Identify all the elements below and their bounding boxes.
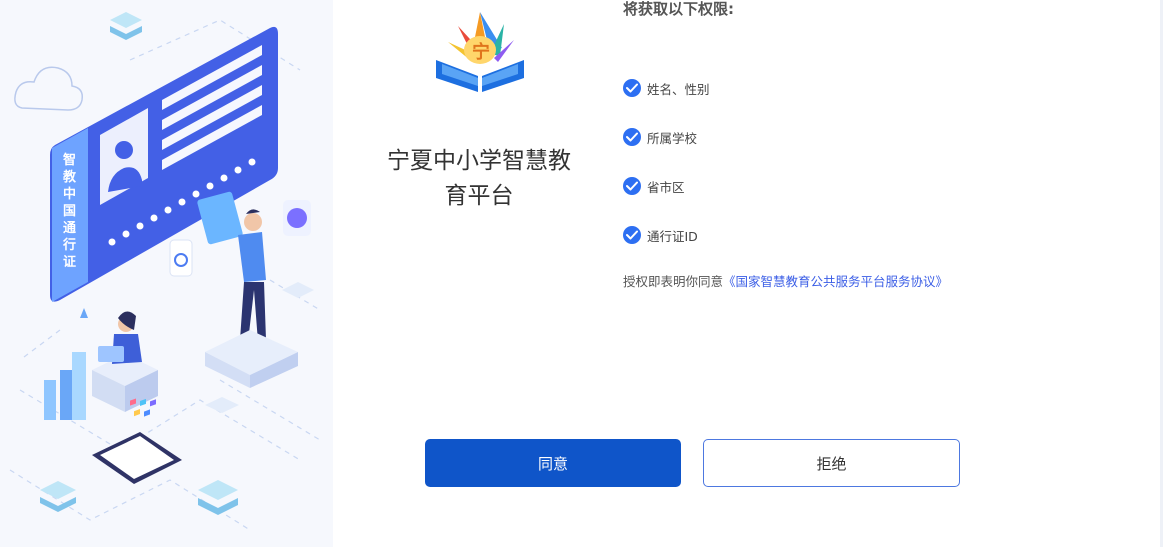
phone-illustration — [92, 398, 182, 484]
permission-label: 通行证ID — [647, 228, 698, 244]
identity-illustration: 智教中 国通行证 — [9, 12, 321, 531]
person-illustration — [197, 191, 268, 350]
consent-prefix: 授权即表明你同意 — [623, 274, 724, 289]
app-name-line2: 育平台 — [444, 183, 514, 209]
service-agreement-link[interactable]: 《国家智慧教育公共服务平台服务协议》 — [723, 274, 948, 289]
permission-item-region: 省市区 — [623, 176, 685, 196]
permission-label: 姓名、性别 — [647, 81, 710, 97]
permissions-title: 将获取以下权限: — [623, 0, 734, 18]
book-logo-icon: 宁 — [436, 12, 524, 92]
app-name: 宁夏中小学智慧教 育平台 — [374, 144, 584, 214]
check-circle-icon — [623, 79, 641, 97]
permission-label: 省市区 — [647, 179, 685, 195]
svg-text:宁: 宁 — [472, 41, 490, 63]
check-circle-icon — [623, 177, 641, 195]
app-logo: 宁 — [424, 4, 536, 96]
check-circle-icon — [623, 226, 641, 244]
permission-item-school: 所属学校 — [623, 127, 697, 147]
consent-text: 授权即表明你同意《国家智慧教育公共服务平台服务协议》 — [623, 271, 948, 290]
cube-icon — [110, 12, 142, 40]
permission-label: 所属学校 — [647, 130, 698, 146]
agree-button[interactable]: 同意 — [425, 439, 681, 487]
reject-button[interactable]: 拒绝 — [703, 439, 960, 487]
permission-item-pass-id: 通行证ID — [623, 225, 698, 245]
illustration-panel: 智教中 国通行证 — [0, 0, 333, 547]
permission-item-name-gender: 姓名、性别 — [623, 78, 710, 98]
cloud-icon — [14, 66, 84, 111]
check-circle-icon — [623, 128, 641, 146]
woman-illustration — [92, 311, 158, 412]
app-name-line1: 宁夏中小学智慧教 — [387, 148, 571, 174]
